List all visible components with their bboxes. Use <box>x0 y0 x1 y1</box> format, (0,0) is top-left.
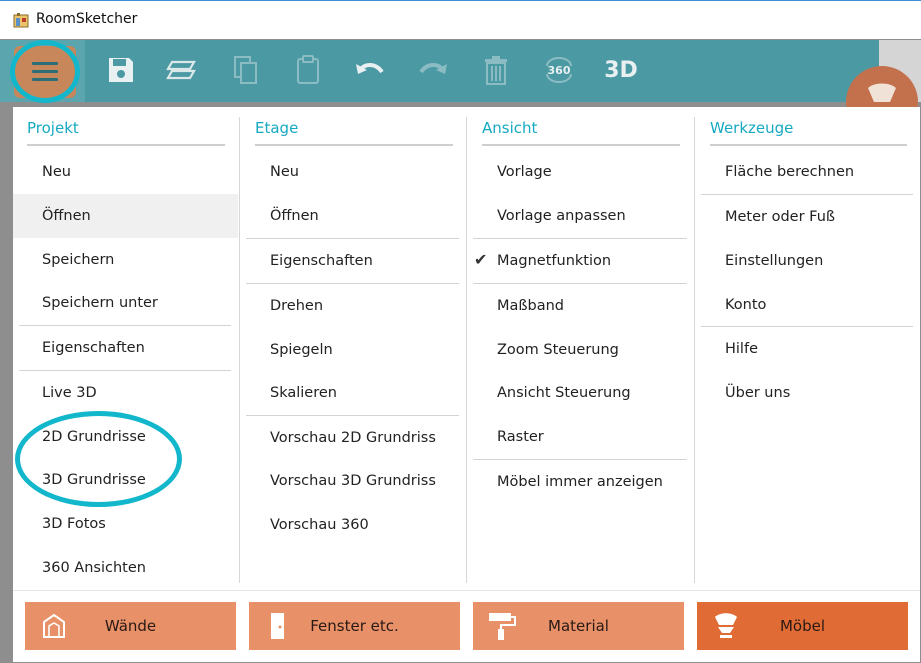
furniture-button[interactable]: Möbel <box>697 602 908 650</box>
column-underline <box>255 144 453 146</box>
walls-button[interactable]: Wände <box>25 602 236 650</box>
menu-item-werkzeuge-flaeche[interactable]: Fläche berechnen <box>701 150 913 194</box>
window-title: RoomSketcher <box>36 11 138 27</box>
column-underline <box>27 144 225 146</box>
rotate-360-button[interactable]: 360 <box>541 52 577 88</box>
menu-item-projekt-eigenschaften[interactable]: Eigenschaften <box>13 326 238 370</box>
paste-button[interactable] <box>291 52 325 88</box>
trash-icon <box>485 56 507 85</box>
column-divider <box>694 117 695 583</box>
menu-item-etage-eigenschaften[interactable]: Eigenschaften <box>246 239 459 283</box>
redo-icon <box>419 63 447 74</box>
menu-button[interactable] <box>14 46 76 98</box>
rotate-360-icon: 360 <box>546 57 572 83</box>
floor-layers-button[interactable] <box>165 52 199 88</box>
menu-item-ansicht-vorlage[interactable]: Vorlage <box>473 150 687 194</box>
furniture-button-label: Möbel <box>779 617 826 635</box>
rotate-360-label: 360 <box>548 64 571 77</box>
menu-item-werkzeuge-meter-fuss[interactable]: Meter oder Fuß <box>701 195 913 239</box>
column-divider <box>239 117 240 583</box>
view-3d-button[interactable]: 3D <box>603 52 639 88</box>
menu-item-etage-drehen[interactable]: Drehen <box>246 284 459 328</box>
windows-button[interactable]: Fenster etc. <box>249 602 460 650</box>
delete-button[interactable] <box>479 52 513 88</box>
column-underline <box>482 144 680 146</box>
menu-item-werkzeuge-hilfe[interactable]: Hilfe <box>701 327 913 371</box>
column-title-ansicht: Ansicht <box>482 119 538 137</box>
column-title-etage: Etage <box>255 119 299 137</box>
menu-item-projekt-neu[interactable]: Neu <box>13 150 238 194</box>
paste-icon <box>297 55 319 84</box>
menu-item-ansicht-magnetfunktion[interactable]: Magnetfunktion <box>473 239 687 283</box>
material-button-label: Material <box>548 617 609 635</box>
menu-item-projekt-oeffnen[interactable]: Öffnen <box>13 194 238 238</box>
menu-item-etage-vorschau-3d[interactable]: Vorschau 3D Grundriss <box>246 459 459 503</box>
column-title-werkzeuge: Werkzeuge <box>710 119 794 137</box>
walls-button-label: Wände <box>104 617 157 635</box>
redo-button[interactable] <box>416 52 450 88</box>
menu-item-werkzeuge-einstellungen[interactable]: Einstellungen <box>701 239 913 283</box>
menu-item-ansicht-zoom-steuerung[interactable]: Zoom Steuerung <box>473 328 687 372</box>
menu-item-werkzeuge-konto[interactable]: Konto <box>701 283 913 327</box>
column-underline <box>710 144 907 146</box>
menu-item-ansicht-ansicht-steuerung[interactable]: Ansicht Steuerung <box>473 371 687 415</box>
menu-icon <box>32 62 58 65</box>
menu-item-projekt-3d-fotos[interactable]: 3D Fotos <box>13 502 238 546</box>
copy-button[interactable] <box>229 52 263 88</box>
menu-item-etage-vorschau-360[interactable]: Vorschau 360 <box>246 503 459 547</box>
undo-icon <box>356 63 384 74</box>
save-icon <box>109 58 133 82</box>
menu-item-ansicht-raster[interactable]: Raster <box>473 415 687 459</box>
menu-item-ansicht-moebel-anzeigen[interactable]: Möbel immer anzeigen <box>473 460 687 504</box>
menu-icon-bar <box>32 70 58 73</box>
menu-item-projekt-live-3d[interactable]: Live 3D <box>13 371 238 415</box>
menu-item-etage-oeffnen[interactable]: Öffnen <box>246 194 459 238</box>
column-title-projekt: Projekt <box>27 119 79 137</box>
menu-item-etage-vorschau-2d[interactable]: Vorschau 2D Grundriss <box>246 416 459 460</box>
copy-icon <box>234 56 257 84</box>
menu-item-etage-spiegeln[interactable]: Spiegeln <box>246 328 459 372</box>
menu-item-projekt-3d-grundrisse[interactable]: 3D Grundrisse <box>13 458 238 502</box>
floor-layers-icon <box>166 60 196 80</box>
menu-item-projekt-360-ansichten[interactable]: 360 Ansichten <box>13 546 238 590</box>
menu-item-projekt-speichern[interactable]: Speichern <box>13 238 238 282</box>
menu-item-ansicht-vorlage-anpassen[interactable]: Vorlage anpassen <box>473 194 687 238</box>
menu-icon-bar <box>32 78 58 81</box>
save-button[interactable] <box>104 52 138 88</box>
menu-item-ansicht-massband[interactable]: Maßband <box>473 284 687 328</box>
material-button[interactable]: Material <box>473 602 684 650</box>
menu-item-werkzeuge-ueber-uns[interactable]: Über uns <box>701 371 913 415</box>
menu-item-etage-skalieren[interactable]: Skalieren <box>246 371 459 415</box>
menu-item-projekt-2d-grundrisse[interactable]: 2D Grundrisse <box>13 415 238 459</box>
roomsketcher-app-icon <box>13 13 29 28</box>
menu-item-projekt-speichern-unter[interactable]: Speichern unter <box>13 281 238 325</box>
column-divider <box>466 117 467 583</box>
title-bar: RoomSketcher <box>0 0 921 39</box>
windows-button-label: Fenster etc. <box>310 617 399 635</box>
undo-button[interactable] <box>353 52 387 88</box>
menu-item-etage-neu[interactable]: Neu <box>246 150 459 194</box>
